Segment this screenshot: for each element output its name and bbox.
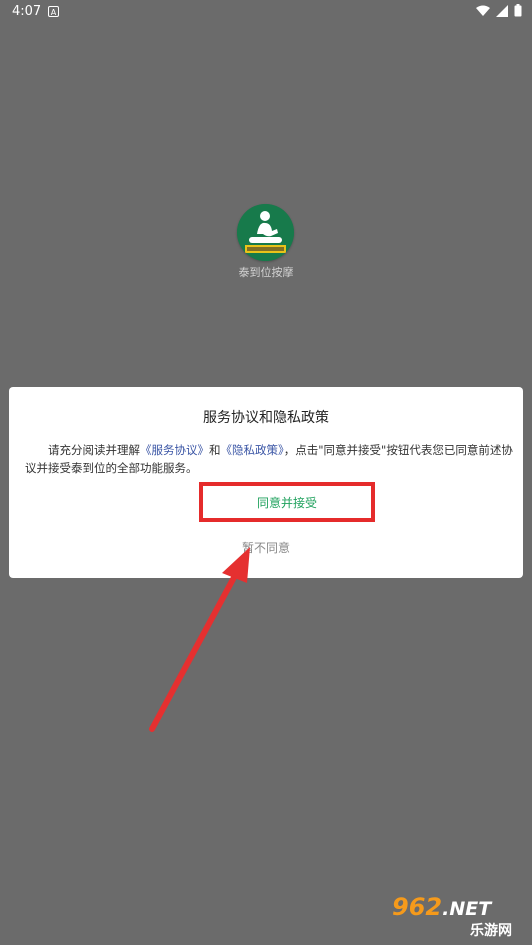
wifi-icon (476, 5, 490, 16)
dialog-body: 请充分阅读并理解《服务协议》和《隐私政策》，点击"同意并接受"按钮代表您已同意前… (25, 441, 513, 477)
massage-logo-icon (237, 204, 294, 261)
watermark-logo: 962.NET 乐游网 (392, 893, 528, 939)
body-prefix: 请充分阅读并理解 (48, 443, 140, 457)
privacy-dialog: 服务协议和隐私政策 请充分阅读并理解《服务协议》和《隐私政策》，点击"同意并接受… (9, 387, 523, 578)
watermark-subtitle: 乐游网 (470, 923, 512, 939)
app-label[interactable]: 泰到位按摩 (220, 264, 312, 280)
watermark-suffix: .NET (442, 898, 492, 920)
dialog-title: 服务协议和隐私政策 (203, 410, 329, 426)
app-icon[interactable] (237, 204, 294, 261)
watermark-number: 962 (392, 893, 443, 921)
service-agreement-link[interactable]: 《服务协议》 (140, 443, 209, 457)
status-bar: 4:07 A (0, 0, 532, 24)
status-icons (476, 4, 522, 17)
arrow-shaft (149, 567, 241, 732)
a-badge-icon: A (48, 6, 59, 17)
decline-button[interactable]: 暂不同意 (209, 539, 323, 559)
signal-icon (496, 4, 508, 17)
battery-icon (514, 4, 522, 17)
body-and: 和 (209, 443, 221, 457)
accept-button[interactable]: 同意并接受 (199, 482, 375, 522)
status-time: 4:07 (12, 4, 42, 19)
accept-button-label: 同意并接受 (256, 495, 317, 510)
privacy-policy-link[interactable]: 《隐私政策》 (221, 443, 284, 457)
